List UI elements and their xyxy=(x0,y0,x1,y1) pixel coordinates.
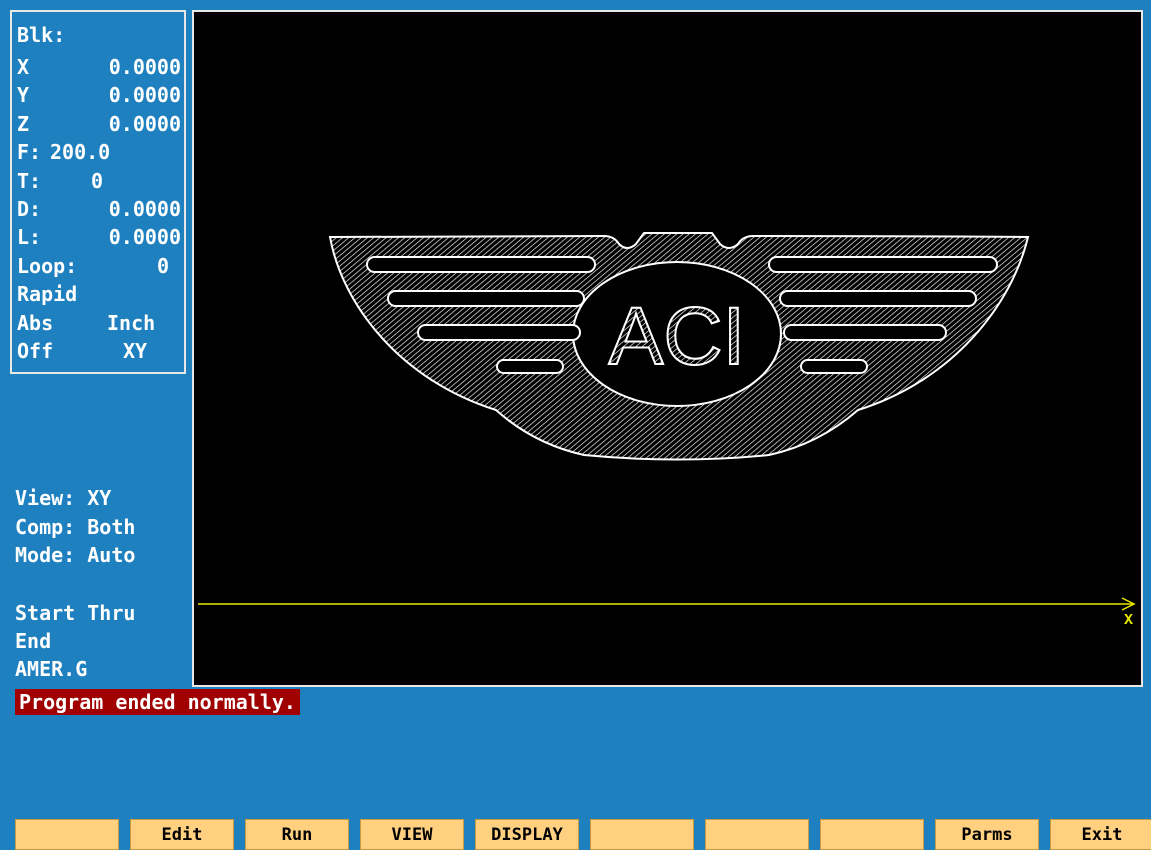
loop-value: 0 xyxy=(156,254,169,278)
comp-mode: Comp: Both xyxy=(15,515,136,539)
tool-value: 0 xyxy=(91,169,104,193)
x-label: X xyxy=(17,55,30,79)
run-button[interactable]: Run xyxy=(245,819,349,850)
display-button[interactable]: DISPLAY xyxy=(475,819,579,850)
positioning-row: Abs Inch xyxy=(17,310,181,336)
block-row: Blk: xyxy=(17,22,181,48)
positioning-mode: Abs xyxy=(17,311,54,335)
toolpath-viewport[interactable]: ACI X xyxy=(192,10,1143,687)
softkey-f6[interactable] xyxy=(590,819,694,850)
edit-button[interactable]: Edit xyxy=(130,819,234,850)
state-row: Off XY xyxy=(17,338,181,364)
plane-mode: XY xyxy=(123,339,148,363)
z-position-row: Z 0.0000 xyxy=(17,111,181,137)
feedrate-row: F: 200.0 xyxy=(17,139,181,165)
loop-label: Loop: xyxy=(17,254,78,278)
status-message: Program ended normally. xyxy=(15,689,300,715)
softkey-f1[interactable] xyxy=(15,819,119,850)
wings-logo: ACI xyxy=(328,232,1030,461)
length-label: L: xyxy=(17,225,42,249)
y-label: Y xyxy=(17,83,30,107)
status-panel: Blk: X 0.0000 Y 0.0000 Z 0.0000 F: 200.0… xyxy=(10,10,186,374)
motion-row: Rapid xyxy=(17,281,181,307)
block-label: Blk: xyxy=(17,23,66,47)
feedrate-label: F: xyxy=(17,140,42,164)
y-value: 0.0000 xyxy=(108,83,181,107)
logo-text: ACI xyxy=(609,291,746,382)
z-value: 0.0000 xyxy=(108,112,181,136)
diameter-row: D: 0.0000 xyxy=(17,196,181,222)
length-value: 0.0000 xyxy=(108,225,181,249)
softkey-f8[interactable] xyxy=(820,819,924,850)
end-label: End xyxy=(15,629,52,653)
units-mode: Inch xyxy=(107,311,156,335)
x-position-row: X 0.0000 xyxy=(17,54,181,80)
z-label: Z xyxy=(17,112,30,136)
exit-button[interactable]: Exit xyxy=(1050,819,1151,850)
loop-row: Loop: 0 xyxy=(17,253,181,279)
length-row: L: 0.0000 xyxy=(17,224,181,250)
diameter-label: D: xyxy=(17,197,42,221)
spindle-state: Off xyxy=(17,339,54,363)
program-filename: AMER.G xyxy=(15,657,88,681)
view-mode: View: XY xyxy=(15,486,112,510)
tool-row: T: 0 xyxy=(17,168,181,194)
motion-mode: Rapid xyxy=(17,282,78,306)
softkey-bar: Edit Run VIEW DISPLAY Parms Exit xyxy=(0,819,1151,850)
parms-button[interactable]: Parms xyxy=(935,819,1039,850)
start-thru-label: Start Thru xyxy=(15,601,136,625)
run-mode: Mode: Auto xyxy=(15,543,136,567)
x-axis-label: X xyxy=(1124,612,1133,629)
y-position-row: Y 0.0000 xyxy=(17,82,181,108)
toolpath-graphic: ACI X xyxy=(198,232,1136,629)
tool-label: T: xyxy=(17,169,42,193)
diameter-value: 0.0000 xyxy=(108,197,181,221)
x-value: 0.0000 xyxy=(108,55,181,79)
view-button[interactable]: VIEW xyxy=(360,819,464,850)
feedrate-value: 200.0 xyxy=(50,140,111,164)
softkey-f7[interactable] xyxy=(705,819,809,850)
